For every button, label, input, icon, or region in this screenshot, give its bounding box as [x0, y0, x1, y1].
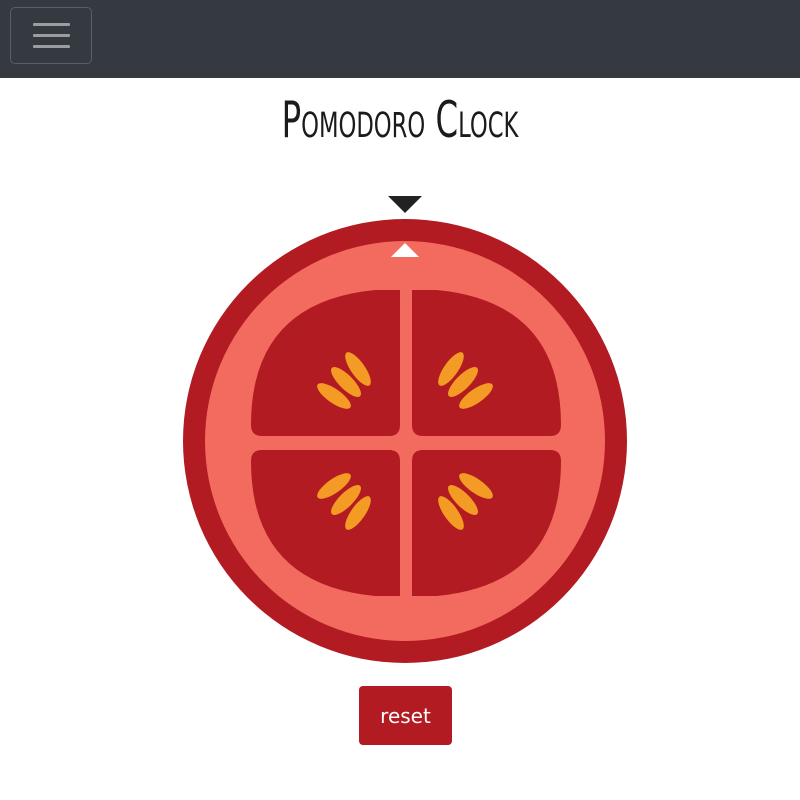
timer-dial[interactable]	[0, 0, 800, 800]
tomato-slice-icon	[183, 219, 627, 663]
tomato-flesh	[205, 241, 605, 641]
reset-button[interactable]: reset	[359, 686, 452, 745]
